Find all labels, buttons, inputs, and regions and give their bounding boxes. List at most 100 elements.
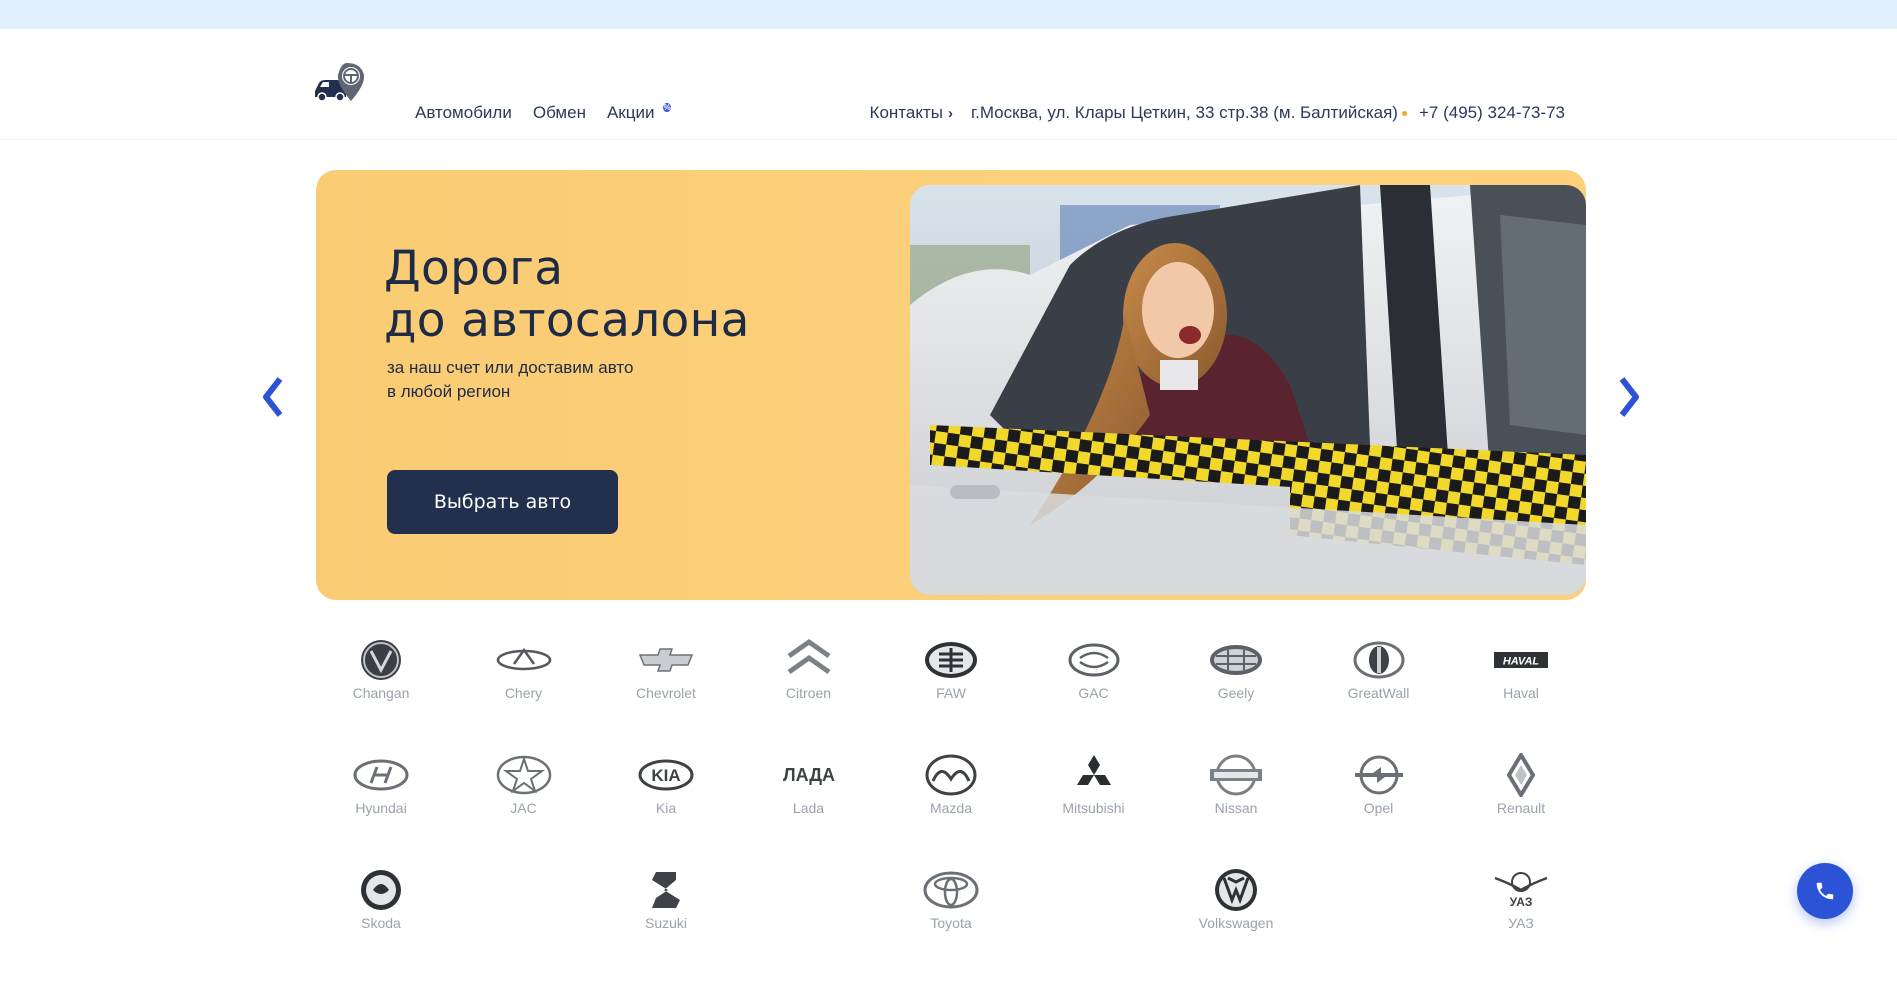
address-text: г.Москва, ул. Клары Цеткин, 33 стр.38 (м… <box>970 103 1398 122</box>
brand-label: JAC <box>510 800 537 816</box>
mazda-logo-icon <box>925 754 977 796</box>
top-strip <box>0 0 1897 29</box>
brand-label: Volkswagen <box>1198 915 1274 931</box>
brand-toyota[interactable]: Toyota <box>896 868 1006 983</box>
renault-logo-icon <box>1506 753 1536 797</box>
greatwall-logo-icon <box>1353 641 1404 679</box>
jac-logo-icon <box>496 755 551 795</box>
brand-suzuki[interactable]: Suzuki <box>611 868 721 983</box>
citroen-logo-icon <box>787 638 830 675</box>
brand-label: Chery <box>504 685 543 701</box>
brand-jac[interactable]: JAC <box>469 753 579 868</box>
logo-car-icon[interactable] <box>313 61 367 103</box>
main-nav: Автомобили Обмен Акции% <box>415 103 671 123</box>
brand-renault[interactable]: Renault <box>1466 753 1576 868</box>
gac-logo-icon <box>1068 643 1119 677</box>
brand-label: Nissan <box>1214 800 1258 816</box>
kia-logo-icon: KIA <box>638 759 694 791</box>
svg-text:KIA: KIA <box>651 766 680 785</box>
brand-geely[interactable]: Geely <box>1181 638 1291 753</box>
brand-chery[interactable]: Chery <box>469 638 579 753</box>
hyundai-logo-icon <box>353 759 409 791</box>
brand-grid: Changan Chery Chevrolet Citroen FAW GAC … <box>326 638 1576 983</box>
geely-logo-icon <box>1210 645 1262 675</box>
carousel-next-arrow-icon[interactable] <box>1614 375 1644 419</box>
brand-label: Skoda <box>361 915 401 931</box>
contacts-link[interactable]: Контакты <box>870 103 943 123</box>
brand-greatwall[interactable]: GreatWall <box>1324 638 1434 753</box>
brand-kia[interactable]: KIA Kia <box>611 753 721 868</box>
banner-title-line-1: Дорога <box>384 241 564 296</box>
brand-label: УАЗ <box>1508 915 1534 931</box>
brand-label: Haval <box>1503 685 1539 701</box>
brand-skoda[interactable]: Skoda <box>326 868 436 983</box>
brand-label: Changan <box>352 685 410 701</box>
banner-subtitle-line-1: за наш счет или доставим авто <box>387 358 634 377</box>
brand-gac[interactable]: GAC <box>1039 638 1149 753</box>
lada-logo-icon: ЛАДА <box>782 765 834 785</box>
brand-changan[interactable]: Changan <box>326 638 436 753</box>
brand-label: Suzuki <box>644 915 688 931</box>
banner-subtitle: за наш счет или доставим авто в любой ре… <box>387 356 687 404</box>
separator-dot <box>1401 110 1407 116</box>
choose-car-button[interactable]: Выбрать авто <box>387 470 618 534</box>
nissan-logo-icon <box>1210 754 1262 796</box>
brand-uaz[interactable]: УАЗ УАЗ <box>1466 868 1576 983</box>
promotions-badge: % <box>663 103 671 112</box>
brand-hyundai[interactable]: Hyundai <box>326 753 436 868</box>
brand-haval[interactable]: HAVAL Haval <box>1466 638 1576 753</box>
brand-row-3: Skoda Suzuki Toyota Volkswagen УАЗ УАЗ <box>326 868 1576 983</box>
chevrolet-logo-icon <box>638 648 694 672</box>
brand-chevrolet[interactable]: Chevrolet <box>611 638 721 753</box>
brand-label: Toyota <box>930 915 972 931</box>
haval-logo-icon: HAVAL <box>1494 652 1548 668</box>
brand-mazda[interactable]: Mazda <box>896 753 1006 868</box>
opel-logo-icon <box>1354 755 1403 795</box>
svg-text:ЛАДА: ЛАДА <box>782 765 834 785</box>
suzuki-logo-icon <box>652 872 680 908</box>
brand-opel[interactable]: Opel <box>1324 753 1434 868</box>
taxi-woman-photo <box>910 185 1586 595</box>
promo-banner: Дорога до автосалона за наш счет или дос… <box>316 170 1586 600</box>
nav-exchange[interactable]: Обмен <box>533 103 586 123</box>
brand-label: Mazda <box>929 800 973 816</box>
brand-label: Mitsubishi <box>1062 800 1125 816</box>
nav-promotions-label: Акции <box>606 103 655 122</box>
mitsubishi-logo-icon <box>1076 755 1111 785</box>
brand-lada[interactable]: ЛАДА Lada <box>754 753 864 868</box>
brand-label: Renault <box>1496 800 1546 816</box>
changan-logo-icon <box>361 640 401 680</box>
brand-citroen[interactable]: Citroen <box>754 638 864 753</box>
brand-label: GreatWall <box>1347 685 1410 701</box>
brand-label: Chevrolet <box>636 685 696 701</box>
toyota-logo-icon <box>923 871 979 909</box>
nav-promotions[interactable]: Акции% <box>606 103 671 123</box>
svg-text:HAVAL: HAVAL <box>1503 656 1540 668</box>
chery-logo-icon <box>496 647 551 671</box>
brand-faw[interactable]: FAW <box>896 638 1006 753</box>
banner-title: Дорога до автосалона <box>384 243 750 347</box>
brand-label: Geely <box>1217 685 1255 701</box>
faw-logo-icon <box>925 642 977 678</box>
phone-icon <box>1816 882 1834 900</box>
brand-label: Lada <box>792 800 825 816</box>
brand-nissan[interactable]: Nissan <box>1181 753 1291 868</box>
brand-row-1: Changan Chery Chevrolet Citroen FAW GAC … <box>326 638 1576 753</box>
brand-label: Kia <box>655 800 677 816</box>
brand-label: GAC <box>1078 685 1109 701</box>
nav-cars[interactable]: Автомобили <box>415 103 512 123</box>
chevron-right-icon: › <box>947 104 953 122</box>
skoda-logo-icon <box>361 870 401 910</box>
brand-volkswagen[interactable]: Volkswagen <box>1181 868 1291 983</box>
svg-text:УАЗ: УАЗ <box>1510 895 1533 909</box>
phone-link[interactable]: +7 (495) 324-73-73 <box>1419 103 1565 123</box>
brand-label: Opel <box>1363 800 1394 816</box>
volkswagen-logo-icon <box>1215 869 1257 911</box>
uaz-logo-icon: УАЗ <box>1494 872 1548 909</box>
brand-row-2: Hyundai JAC KIA Kia ЛАДА Lada Mazda Mits… <box>326 753 1576 868</box>
carousel-prev-arrow-icon[interactable] <box>258 375 288 419</box>
call-button[interactable] <box>1797 863 1853 919</box>
banner-subtitle-line-2: в любой регион <box>387 382 511 401</box>
brand-label: FAW <box>936 685 966 701</box>
brand-mitsubishi[interactable]: Mitsubishi <box>1039 753 1149 868</box>
